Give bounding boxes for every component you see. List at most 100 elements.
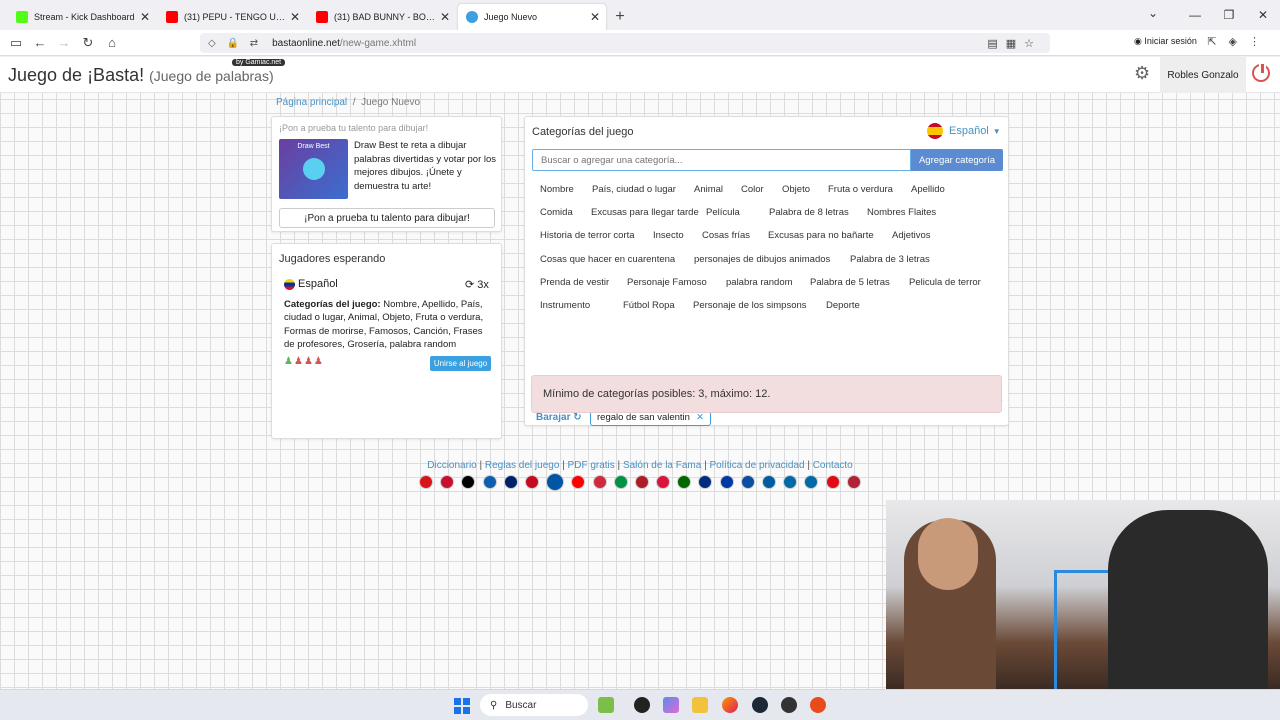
- category-chip[interactable]: Apellido: [911, 184, 945, 195]
- language-flag-icon[interactable]: [677, 475, 692, 489]
- category-chip[interactable]: Palabra de 8 letras: [769, 207, 849, 218]
- language-flag-icon[interactable]: [740, 475, 755, 489]
- category-chip[interactable]: Palabra de 3 letras: [850, 254, 930, 265]
- language-flag-icon[interactable]: [634, 475, 649, 489]
- category-chip[interactable]: Fútbol: [623, 300, 649, 311]
- tab-list-chevron-icon[interactable]: ⌄: [1148, 6, 1158, 20]
- app-icon[interactable]: [781, 697, 797, 713]
- language-dropdown[interactable]: Español ▼: [927, 123, 1001, 139]
- back-icon[interactable]: ←: [28, 35, 52, 50]
- steam-icon[interactable]: [752, 697, 768, 713]
- forward-icon[interactable]: →: [52, 35, 76, 50]
- category-chip[interactable]: Pelicula de terror: [909, 277, 981, 288]
- close-tab-icon[interactable]: ✕: [440, 10, 450, 24]
- minimize-icon[interactable]: —: [1178, 0, 1212, 30]
- browser-tab-youtube-2[interactable]: (31) BAD BUNNY - BOOKER T (V ✕: [308, 4, 456, 30]
- language-flag-icon[interactable]: [762, 475, 776, 489]
- footer-link[interactable]: Salón de la Fama: [623, 460, 701, 471]
- category-chip[interactable]: Personaje de los simpsons: [693, 300, 807, 311]
- category-chip[interactable]: Personaje Famoso: [627, 277, 707, 288]
- sidebar-toggle-icon[interactable]: ▭: [4, 35, 28, 51]
- close-tab-icon[interactable]: ✕: [290, 10, 300, 24]
- copilot-icon[interactable]: [663, 697, 679, 713]
- breadcrumb-home[interactable]: Página principal: [276, 97, 347, 108]
- language-flag-icon[interactable]: [825, 475, 840, 489]
- close-window-icon[interactable]: ✕: [1246, 0, 1280, 30]
- language-flag-icon[interactable]: [524, 475, 539, 489]
- language-flag-icon[interactable]: [804, 475, 819, 489]
- app-icon[interactable]: [810, 697, 826, 713]
- home-icon[interactable]: ⌂: [100, 35, 124, 50]
- browser-tab-juego-nuevo[interactable]: Juego Nuevo ✕: [458, 4, 606, 30]
- new-tab-button[interactable]: +: [608, 4, 632, 30]
- url-bar[interactable]: ◇ 🔒 ⇄ bastaonline.net/new-game.xhtml ▤▦☆: [200, 33, 1050, 53]
- category-chip[interactable]: Insecto: [653, 230, 684, 241]
- signin-button[interactable]: ◉ Iniciar sesión: [1134, 36, 1197, 47]
- language-flag-icon[interactable]: [592, 475, 607, 489]
- footer-link[interactable]: Reglas del juego: [485, 460, 560, 471]
- browser-tab-youtube-1[interactable]: (31) PEPU - TENGO UN FEELING ✕: [158, 4, 306, 30]
- file-explorer-icon[interactable]: [692, 697, 708, 713]
- category-chip[interactable]: Comida: [540, 207, 573, 218]
- category-chip[interactable]: Adjetivos: [892, 230, 931, 241]
- category-chip[interactable]: Objeto: [782, 184, 810, 195]
- category-chip[interactable]: Palabra de 5 letras: [810, 277, 890, 288]
- promo-button[interactable]: ¡Pon a prueba tu talento para dibujar!: [279, 208, 495, 228]
- language-flag-icon[interactable]: [571, 475, 586, 489]
- category-search-input[interactable]: [532, 149, 911, 171]
- close-tab-icon[interactable]: ✕: [140, 10, 150, 24]
- language-flag-icon[interactable]: [440, 475, 455, 489]
- power-icon[interactable]: [1252, 62, 1270, 82]
- firefox-icon[interactable]: [722, 697, 738, 713]
- category-chip[interactable]: Historia de terror corta: [540, 230, 635, 241]
- language-flag-icon[interactable]: [546, 473, 565, 491]
- category-chip[interactable]: personajes de dibujos animados: [694, 254, 830, 265]
- category-chip[interactable]: Prenda de vestir: [540, 277, 609, 288]
- category-chip[interactable]: Excusas para no bañarte: [768, 230, 874, 241]
- extensions-icons[interactable]: ⇱◈⋮: [1207, 35, 1272, 48]
- footer-link[interactable]: Diccionario: [427, 460, 476, 471]
- app-icon[interactable]: [634, 697, 650, 713]
- reader-bookmark-icons[interactable]: ▤▦☆: [987, 37, 1042, 50]
- category-chip[interactable]: País, ciudad o lugar: [592, 184, 676, 195]
- category-chip[interactable]: Color: [741, 184, 764, 195]
- category-chip[interactable]: Animal: [694, 184, 723, 195]
- language-flag-icon[interactable]: [482, 475, 497, 489]
- category-chip[interactable]: Película: [706, 207, 740, 218]
- category-chip[interactable]: palabra random: [726, 277, 793, 288]
- join-game-button[interactable]: Unirse al juego: [430, 356, 491, 371]
- windows-start-icon[interactable]: [454, 698, 470, 714]
- footer-link[interactable]: Política de privacidad: [709, 460, 804, 471]
- user-name[interactable]: Robles Gonzalo: [1160, 57, 1246, 93]
- category-chip[interactable]: Nombres Flaites: [867, 207, 936, 218]
- language-flag-icon[interactable]: [503, 475, 518, 489]
- add-category-button[interactable]: Agregar categoría: [911, 149, 1003, 171]
- language-flag-icon[interactable]: [846, 475, 861, 489]
- language-flag-icon[interactable]: [613, 475, 628, 489]
- category-chip[interactable]: Excusas para llegar tarde: [591, 207, 699, 218]
- category-chip[interactable]: Nombre: [540, 184, 574, 195]
- reload-icon[interactable]: ↻: [76, 35, 100, 51]
- category-chip[interactable]: Deporte: [826, 300, 860, 311]
- footer-link[interactable]: PDF gratis: [568, 460, 615, 471]
- category-chip[interactable]: Cosas frías: [702, 230, 750, 241]
- site-logo[interactable]: Juego de ¡Basta! (Juego de palabras): [8, 65, 274, 86]
- gamiac-badge[interactable]: by Gamiac.net: [232, 59, 286, 66]
- language-flag-icon[interactable]: [719, 475, 734, 489]
- category-chip[interactable]: Cosas que hacer en cuarentena: [540, 254, 675, 265]
- category-chip[interactable]: Instrumento: [540, 300, 590, 311]
- close-tab-icon[interactable]: ✕: [590, 10, 600, 24]
- shuffle-button[interactable]: Barajar ↻: [536, 412, 582, 423]
- restore-icon[interactable]: ❐: [1212, 0, 1246, 30]
- category-chip[interactable]: Ropa: [652, 300, 675, 311]
- category-chip[interactable]: Fruta o verdura: [828, 184, 893, 195]
- language-flag-icon[interactable]: [656, 475, 671, 489]
- language-flag-icon[interactable]: [698, 475, 713, 489]
- widget-icon[interactable]: [598, 697, 614, 713]
- browser-tab-kick[interactable]: Stream - Kick Dashboard ✕: [8, 4, 156, 30]
- remove-tag-icon[interactable]: ✕: [696, 412, 704, 423]
- gear-icon[interactable]: ⚙: [1134, 63, 1150, 84]
- language-flag-icon[interactable]: [419, 475, 433, 489]
- language-flag-icon[interactable]: [461, 475, 476, 489]
- taskbar-search[interactable]: ⚲ Buscar: [480, 694, 588, 716]
